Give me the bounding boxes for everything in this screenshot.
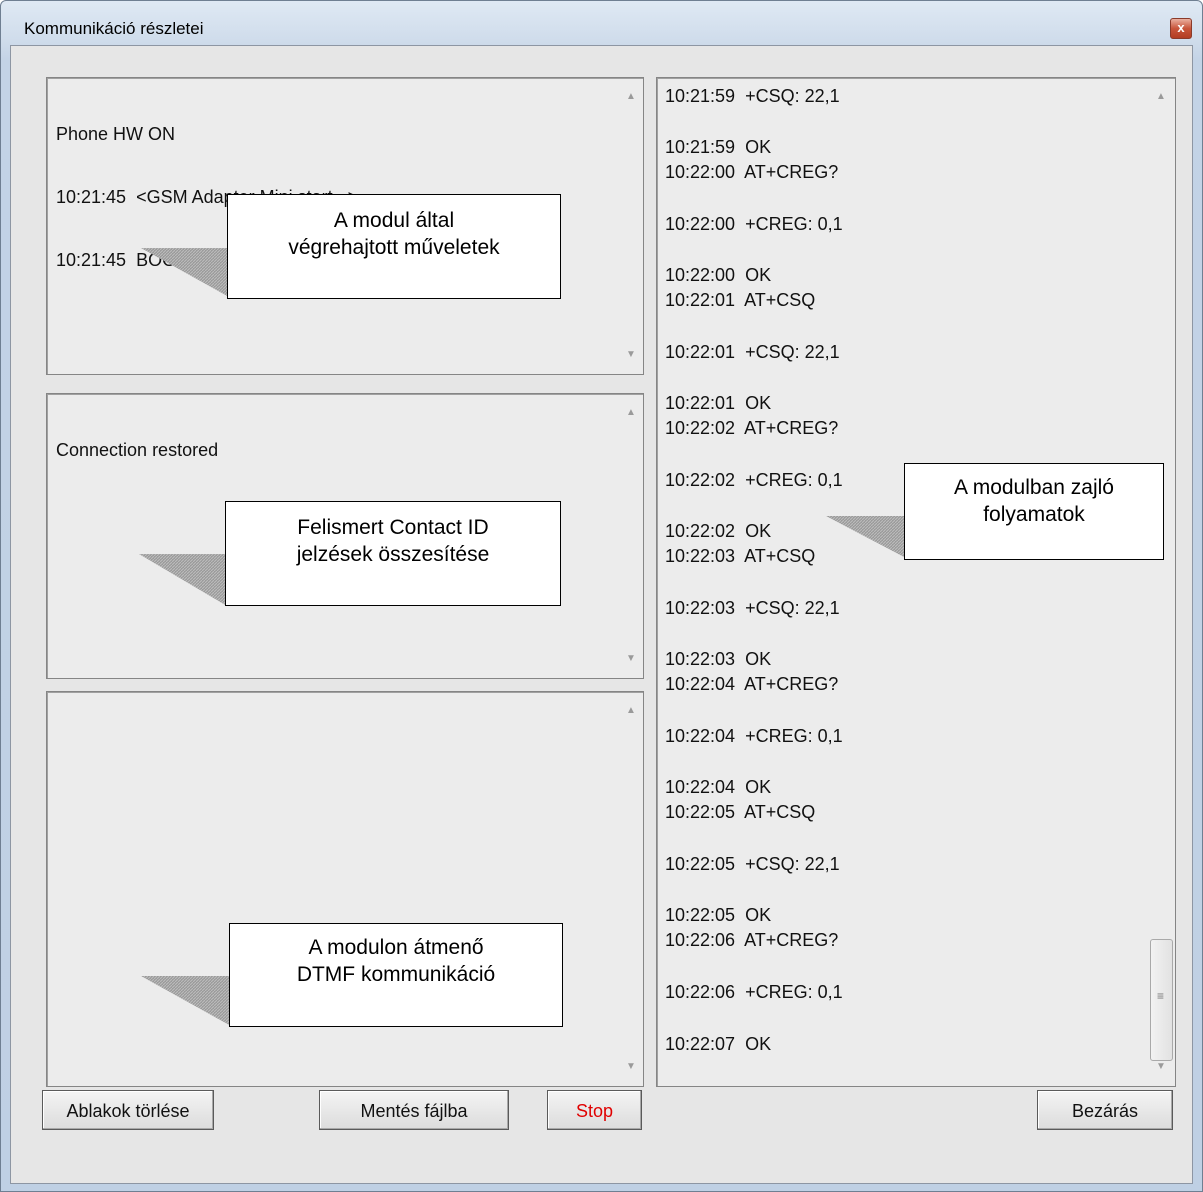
log-line: 10:22:03 OK — [665, 649, 772, 669]
log-line: 10:22:02 +CREG: 0,1 — [665, 470, 843, 490]
note-text: Felismert Contact ID jelzések összesítés… — [296, 516, 490, 566]
note-text: A modulon átmenő DTMF kommunikáció — [296, 936, 496, 986]
dtmf-scrollbar[interactable]: ▲ ▼ — [620, 693, 642, 1085]
dtmf-panel[interactable]: ▲ ▼ — [46, 691, 644, 1087]
log-line: 10:22:07 OK — [665, 1034, 772, 1054]
log-line: 10:22:00 +CREG: 0,1 — [665, 214, 843, 234]
log-line: 10:22:00 AT+CREG? — [665, 162, 839, 182]
contact-id-text: Connection restored — [56, 398, 218, 503]
grip-icon: ≡ — [1157, 989, 1165, 1003]
process-log-panel[interactable]: 10:21:59 +CSQ: 22,1 10:21:59 OK 10:22:00 A… — [656, 77, 1176, 1087]
scroll-up-icon[interactable]: ▲ — [1148, 87, 1174, 107]
log-line: 10:22:02 AT+CREG? — [665, 418, 839, 438]
scroll-down-icon[interactable]: ▼ — [1148, 1057, 1174, 1077]
save-to-file-button[interactable]: Mentés fájlba — [319, 1090, 509, 1130]
note-text: A modulban zajló folyamatok — [954, 476, 1114, 526]
log-line: 10:22:03 AT+CSQ — [665, 546, 816, 566]
scroll-down-icon[interactable]: ▼ — [620, 345, 642, 365]
scroll-thumb[interactable]: ≡ — [1150, 939, 1173, 1061]
log-line: 10:22:03 +CSQ: 22,1 — [665, 598, 840, 618]
log-line: 10:22:06 +CREG: 0,1 — [665, 982, 843, 1002]
note-operations: A modul által végrehajtott műveletek — [227, 194, 561, 299]
log-line: 10:22:01 +CSQ: 22,1 — [665, 342, 840, 362]
log-line: 10:22:01 OK — [665, 393, 772, 413]
contact-id-scrollbar[interactable]: ▲ ▼ — [620, 395, 642, 677]
log-line: 10:22:04 OK — [665, 777, 772, 797]
note-dtmf: A modulon átmenő DTMF kommunikáció — [229, 923, 563, 1027]
log-line: 10:22:04 AT+CREG? — [665, 674, 839, 694]
log-line: 10:21:59 OK — [665, 137, 772, 157]
log-line: 10:22:01 AT+CSQ — [665, 290, 816, 310]
scroll-down-icon[interactable]: ▼ — [620, 649, 642, 669]
scroll-down-icon[interactable]: ▼ — [620, 1057, 642, 1077]
log-line: 10:21:59 +CSQ: 22,1 — [665, 86, 840, 106]
scroll-up-icon[interactable]: ▲ — [620, 403, 642, 423]
log-line: 10:22:05 +CSQ: 22,1 — [665, 854, 840, 874]
scroll-up-icon[interactable]: ▲ — [620, 701, 642, 721]
note-text: A modul által végrehajtott műveletek — [288, 209, 500, 259]
dialog-window: Kommunikáció részletei x Phone HW ON 10:… — [0, 0, 1203, 1192]
close-button[interactable]: Bezárás — [1037, 1090, 1173, 1130]
close-window-icon[interactable]: x — [1170, 18, 1192, 39]
title-bar[interactable]: Kommunikáció részletei x — [1, 1, 1202, 41]
note-contact-id: Felismert Contact ID jelzések összesítés… — [225, 501, 561, 606]
log-line: Connection restored — [56, 440, 219, 460]
log-line: Phone HW ON — [56, 124, 176, 144]
log-line: 10:22:00 OK — [665, 265, 772, 285]
window-title: Kommunikáció részletei — [24, 19, 204, 38]
note-process: A modulban zajló folyamatok — [904, 463, 1164, 560]
process-scrollbar[interactable]: ▲ ≡ ▼ — [1148, 79, 1174, 1085]
log-line: 10:22:02 OK — [665, 521, 772, 541]
operations-scrollbar[interactable]: ▲ ▼ — [620, 79, 642, 373]
log-line: 10:22:04 +CREG: 0,1 — [665, 726, 843, 746]
stop-button[interactable]: Stop — [547, 1090, 642, 1130]
clear-windows-button[interactable]: Ablakok törlése — [42, 1090, 214, 1130]
log-line: 10:22:05 AT+CSQ — [665, 802, 816, 822]
log-line: 10:22:05 OK — [665, 905, 772, 925]
scroll-up-icon[interactable]: ▲ — [620, 87, 642, 107]
log-line: 10:22:06 AT+CREG? — [665, 930, 839, 950]
